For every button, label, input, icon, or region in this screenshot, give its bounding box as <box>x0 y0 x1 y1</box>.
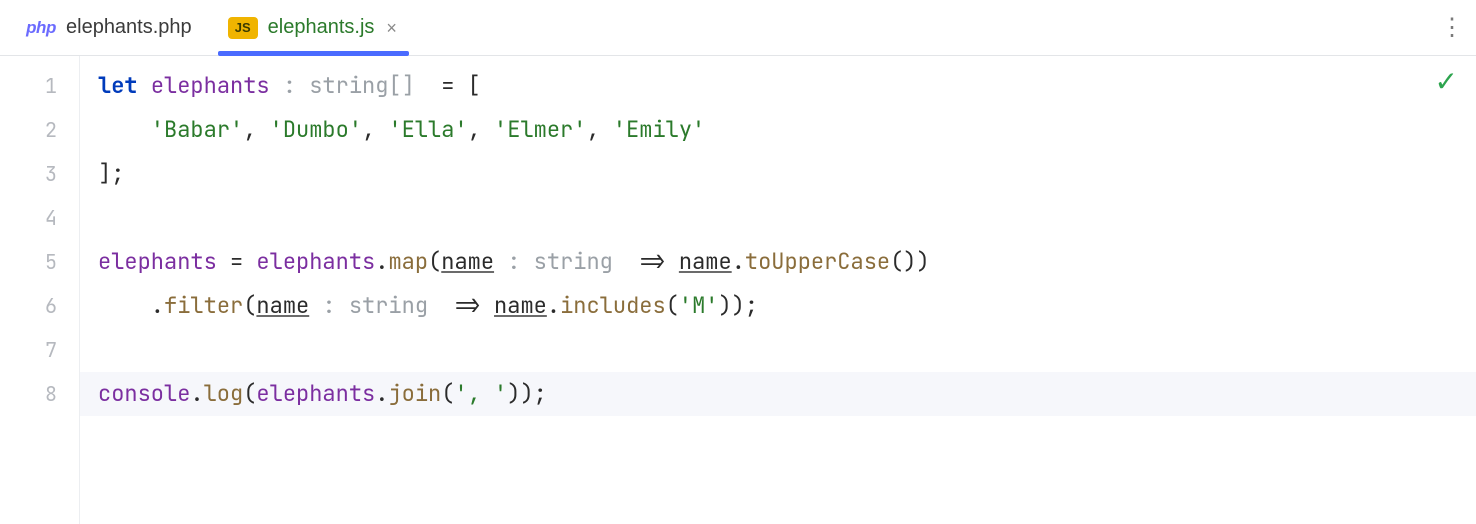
code-token: . <box>375 247 388 276</box>
code-line[interactable] <box>98 328 1476 372</box>
code-token: 'Emily' <box>613 115 705 144</box>
code-token: . <box>732 247 745 276</box>
code-token: => <box>639 247 679 276</box>
code-token: map <box>388 247 428 276</box>
code-token: filter <box>164 291 243 320</box>
code-token: . <box>190 379 203 408</box>
code-line[interactable]: console.log(elephants.join(', ')); <box>80 372 1476 416</box>
code-token: elephants <box>256 379 375 408</box>
code-token: . <box>547 291 560 320</box>
tab-label: elephants.js <box>268 16 375 39</box>
code-token: : string <box>309 291 454 320</box>
tab-elephants-php[interactable]: php elephants.php <box>8 0 210 55</box>
code-token: ]; <box>98 159 124 188</box>
code-token: 'Ella' <box>388 115 467 144</box>
analysis-ok-icon[interactable]: ✓ <box>1435 68 1458 96</box>
php-file-icon: php <box>26 17 56 39</box>
line-number: 6 <box>0 284 79 328</box>
line-number-gutter: 12345678 <box>0 56 80 524</box>
code-token: console <box>98 379 190 408</box>
more-menu-button[interactable]: ⋮ <box>1428 0 1476 55</box>
code-token: , <box>362 115 388 144</box>
code-line[interactable]: let elephants : string[] = [ <box>98 64 1476 108</box>
code-token: log <box>204 379 244 408</box>
code-token: toUpperCase <box>745 247 890 276</box>
code-token: , <box>586 115 612 144</box>
code-line[interactable] <box>98 196 1476 240</box>
tab-elephants-js[interactable]: JS elephants.js × <box>210 0 417 55</box>
line-number: 8 <box>0 372 79 416</box>
code-token: )); <box>718 291 758 320</box>
line-number: 3 <box>0 152 79 196</box>
code-token: : string[] <box>270 71 442 100</box>
code-token: let <box>98 71 151 100</box>
code-token: elephants <box>151 71 270 100</box>
code-token: : string <box>494 247 639 276</box>
code-token: . <box>375 379 388 408</box>
code-token: . <box>98 291 164 320</box>
code-token: join <box>388 379 441 408</box>
code-line[interactable]: elephants = elephants.map(name : string … <box>98 240 1476 284</box>
line-number: 7 <box>0 328 79 372</box>
js-file-icon: JS <box>228 17 258 39</box>
code-token: ( <box>441 379 454 408</box>
line-number: 2 <box>0 108 79 152</box>
code-token <box>98 115 151 144</box>
code-token: ', ' <box>454 379 507 408</box>
code-token: name <box>494 291 547 320</box>
code-line[interactable]: 'Babar', 'Dumbo', 'Ella', 'Elmer', 'Emil… <box>98 108 1476 152</box>
code-token: name <box>679 247 732 276</box>
line-number: 4 <box>0 196 79 240</box>
code-token: elephants <box>256 247 375 276</box>
code-token: ( <box>666 291 679 320</box>
close-tab-button[interactable]: × <box>384 17 399 39</box>
code-token: 'Elmer' <box>494 115 586 144</box>
editor: 12345678 ✓ let elephants : string[] = [ … <box>0 56 1476 524</box>
tab-label: elephants.php <box>66 16 192 39</box>
code-token: = [ <box>441 71 481 100</box>
code-token: name <box>256 291 309 320</box>
code-line[interactable]: ]; <box>98 152 1476 196</box>
code-token: ( <box>428 247 441 276</box>
line-number: 5 <box>0 240 79 284</box>
code-line[interactable]: .filter(name : string => name.includes('… <box>98 284 1476 328</box>
code-token: , <box>243 115 269 144</box>
code-area[interactable]: ✓ let elephants : string[] = [ 'Babar', … <box>80 56 1476 524</box>
code-token: => <box>454 291 494 320</box>
code-token: 'Babar' <box>151 115 243 144</box>
code-token: ( <box>243 291 256 320</box>
tab-bar: php elephants.php JS elephants.js × ⋮ <box>0 0 1476 56</box>
code-token: 'Dumbo' <box>270 115 362 144</box>
code-token: ()) <box>890 247 930 276</box>
code-token: 'M' <box>679 291 719 320</box>
code-token: = <box>217 247 257 276</box>
code-token: includes <box>560 291 666 320</box>
code-token: name <box>441 247 494 276</box>
code-token: elephants <box>98 247 217 276</box>
line-number: 1 <box>0 64 79 108</box>
tabbar-spacer <box>417 0 1428 55</box>
code-token: ( <box>243 379 256 408</box>
code-token: , <box>468 115 494 144</box>
code-token: )); <box>507 379 547 408</box>
